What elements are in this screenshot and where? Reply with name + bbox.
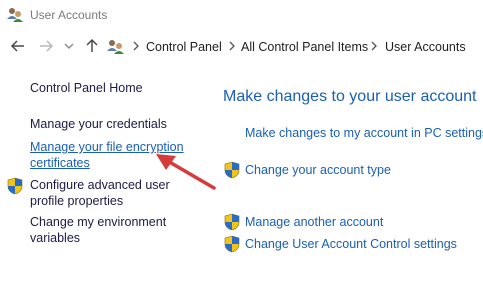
sidebar-item-label-line2: variables — [30, 231, 81, 245]
address-bar[interactable]: Control Panel All Control Panel Items Us… — [103, 34, 483, 60]
task-change-account-type[interactable]: Change your account type — [245, 163, 391, 177]
task-make-changes-pc-settings[interactable]: Make changes to my account in PC setting… — [245, 126, 483, 140]
breadcrumb-user-accounts[interactable]: User Accounts — [385, 40, 466, 54]
breadcrumb-separator-icon[interactable] — [369, 39, 379, 53]
back-arrow-icon[interactable] — [10, 38, 26, 54]
breadcrumb-separator-icon[interactable] — [227, 39, 237, 53]
sidebar-item-configure-profile-properties[interactable]: Configure advanced user profile properti… — [30, 177, 170, 209]
user-accounts-icon — [6, 6, 24, 24]
control-panel-icon — [106, 38, 126, 56]
title-bar: User Accounts — [0, 0, 483, 32]
breadcrumb-all-items[interactable]: All Control Panel Items — [241, 40, 368, 54]
uac-shield-icon — [7, 177, 23, 195]
sidebar-item-environment-variables[interactable]: Change my environment variables — [30, 214, 166, 246]
task-change-uac-settings[interactable]: Change User Account Control settings — [245, 237, 457, 251]
annotation-arrow-icon — [150, 150, 220, 195]
sidebar-item-label-line2: profile properties — [30, 194, 124, 208]
window-title: User Accounts — [30, 8, 108, 22]
recent-locations-chevron-icon[interactable] — [63, 38, 79, 54]
task-manage-another-account[interactable]: Manage another account — [245, 215, 383, 229]
breadcrumb-separator-icon[interactable] — [131, 39, 141, 53]
up-arrow-icon[interactable] — [84, 38, 100, 54]
breadcrumb-control-panel[interactable]: Control Panel — [146, 40, 222, 54]
uac-shield-icon — [224, 235, 240, 253]
forward-arrow-icon[interactable] — [38, 38, 54, 54]
sidebar-item-label-line1: Configure advanced user — [30, 178, 170, 192]
sidebar-item-control-panel-home[interactable]: Control Panel Home — [30, 80, 143, 96]
sidebar-item-label-line2: certificates — [30, 156, 90, 170]
uac-shield-icon — [224, 161, 240, 179]
sidebar-item-label-line1: Change my environment — [30, 215, 167, 229]
uac-shield-icon — [224, 213, 240, 231]
page-heading: Make changes to your user account — [223, 88, 477, 105]
sidebar-item-manage-credentials[interactable]: Manage your credentials — [30, 116, 167, 132]
